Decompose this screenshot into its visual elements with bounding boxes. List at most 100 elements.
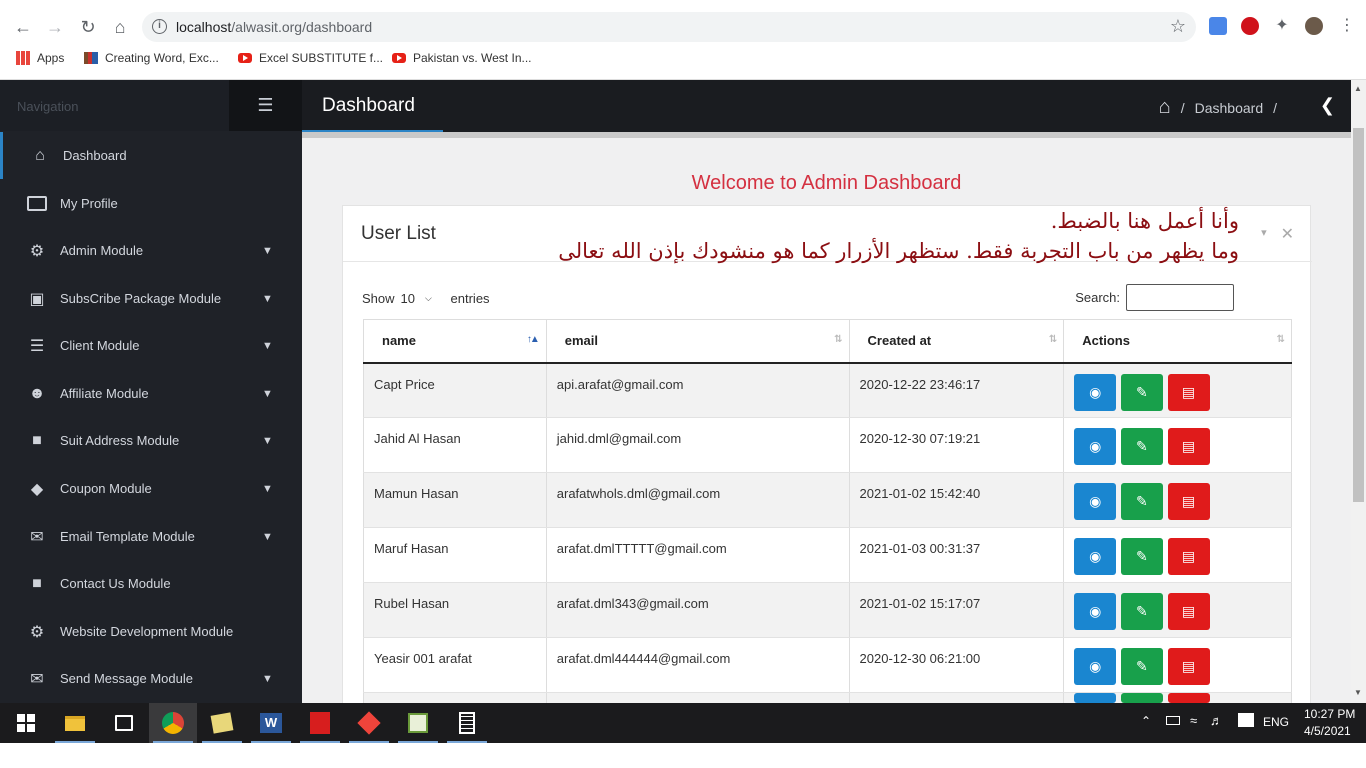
edit-button[interactable]: ✎ bbox=[1120, 373, 1163, 411]
anydesk-icon[interactable] bbox=[345, 703, 393, 743]
clock-date[interactable]: 4/5/2021 bbox=[1304, 724, 1351, 738]
cell-created: 2020-12-22 23:46:17 bbox=[849, 362, 1065, 418]
edit-button[interactable]: ✎ bbox=[1120, 428, 1163, 465]
sidebar-item-affiliate-module[interactable]: ☻ Affiliate Module ▼ bbox=[0, 370, 302, 417]
edit-button[interactable]: ✎ bbox=[1120, 593, 1163, 630]
scrollbar-thumb[interactable] bbox=[1353, 128, 1364, 502]
user-list-card: User List ▾ ✕ وأنا أعمل هنا بالضبط. وما … bbox=[342, 205, 1312, 725]
column-header-email[interactable]: email ⇅ bbox=[546, 319, 850, 364]
sidebar-item-subscribe-package[interactable]: ▣ SubsCribe Package Module ▼ bbox=[0, 275, 302, 322]
cell-name: Capt Price bbox=[363, 362, 547, 418]
chevron-left-icon[interactable]: ❮ bbox=[1320, 95, 1335, 116]
reload-icon[interactable]: ↻ bbox=[75, 14, 101, 40]
comment-icon: ■ bbox=[32, 574, 42, 592]
search-input[interactable] bbox=[1126, 284, 1234, 311]
entries-select[interactable]: 10 ⌵ bbox=[399, 287, 447, 309]
edit-button[interactable]: ✎ bbox=[1120, 538, 1163, 575]
hamburger-menu-icon[interactable]: ☰ bbox=[229, 80, 302, 131]
clock-time[interactable]: 10:27 PM bbox=[1304, 707, 1355, 721]
notepad-app-icon[interactable] bbox=[198, 703, 246, 743]
delete-button[interactable]: ▤ bbox=[1167, 428, 1210, 465]
edit-button[interactable] bbox=[1120, 693, 1163, 703]
chart-app-icon[interactable] bbox=[394, 703, 442, 743]
notifications-icon[interactable] bbox=[1238, 713, 1254, 727]
eye-icon: ◉ bbox=[1089, 493, 1102, 509]
breadcrumb-home-icon[interactable]: ⌂ bbox=[1159, 96, 1171, 119]
sidebar-item-contact-us[interactable]: ■ Contact Us Module bbox=[0, 560, 302, 607]
delete-button[interactable]: ▤ bbox=[1167, 593, 1210, 630]
edit-button[interactable]: ✎ bbox=[1120, 648, 1163, 685]
address-bar[interactable]: i localhost/alwasit.org/dashboard ☆ bbox=[142, 12, 1196, 42]
view-button[interactable]: ◉ bbox=[1074, 593, 1117, 630]
sidebar-item-client-module[interactable]: ☰ Client Module ▼ bbox=[0, 322, 302, 369]
breadcrumb-current[interactable]: Dashboard bbox=[1195, 100, 1264, 116]
cell-email: arafat.dml444444@gmail.com bbox=[546, 637, 850, 693]
profile-avatar[interactable] bbox=[1305, 17, 1323, 35]
sidebar-item-dashboard[interactable]: ⌂ Dashboard bbox=[0, 132, 302, 179]
bookmark-apps[interactable]: Apps bbox=[16, 51, 64, 65]
extensions-puzzle-icon[interactable]: ✦ bbox=[1273, 17, 1291, 35]
screen-bottom-margin bbox=[0, 743, 1366, 768]
video-extension-icon[interactable] bbox=[1241, 17, 1259, 35]
page-length-control: Show 10 ⌵ entries bbox=[362, 287, 490, 309]
windows-start-icon[interactable] bbox=[2, 703, 50, 743]
scroll-up-icon[interactable]: ▲ bbox=[1354, 84, 1362, 93]
table-row: Yeasir 001 arafat arafat.dml444444@gmail… bbox=[363, 637, 1292, 693]
sidebar-item-admin-module[interactable]: ⚙ Admin Module ▼ bbox=[0, 227, 302, 274]
cell-email: arafatwhols.dml@gmail.com bbox=[546, 472, 850, 528]
edit-icon: ✎ bbox=[1136, 658, 1148, 674]
column-header-actions[interactable]: Actions ⇅ bbox=[1063, 319, 1292, 364]
cell-created: 2021-01-02 15:42:40 bbox=[849, 472, 1065, 528]
sidebar-item-email-template[interactable]: ✉ Email Template Module ▼ bbox=[0, 513, 302, 560]
bookmark-excel-substitute[interactable]: Excel SUBSTITUTE f... bbox=[238, 51, 383, 65]
view-button[interactable]: ◉ bbox=[1074, 538, 1117, 575]
store-icon[interactable] bbox=[100, 703, 148, 743]
calculator-icon[interactable] bbox=[443, 703, 491, 743]
volume-icon[interactable]: ♬ bbox=[1210, 713, 1223, 728]
scroll-down-icon[interactable]: ▼ bbox=[1354, 688, 1362, 697]
wifi-icon[interactable]: ≈ bbox=[1190, 713, 1197, 728]
collapse-card-icon[interactable]: ▾ bbox=[1261, 224, 1267, 244]
back-icon[interactable]: ← bbox=[10, 14, 36, 40]
books-icon bbox=[84, 52, 98, 64]
delete-button[interactable]: ▤ bbox=[1167, 483, 1210, 520]
column-header-created[interactable]: Created at ⇅ bbox=[849, 319, 1065, 364]
view-button[interactable]: ◉ bbox=[1074, 648, 1117, 685]
sidebar-item-my-profile[interactable]: My Profile bbox=[0, 180, 302, 227]
browser-menu-icon[interactable]: ⋮ bbox=[1338, 17, 1356, 35]
sidebar-item-send-message[interactable]: ✉ Send Message Module ▼ bbox=[0, 655, 302, 702]
delete-button[interactable]: ▤ bbox=[1167, 648, 1210, 685]
language-indicator[interactable]: ENG bbox=[1263, 715, 1289, 729]
delete-button[interactable]: ▤ bbox=[1167, 538, 1210, 575]
sidebar-item-coupon-module[interactable]: ◆ Coupon Module ▼ bbox=[0, 465, 302, 512]
chrome-icon[interactable] bbox=[149, 703, 197, 743]
home-button-icon[interactable]: ⌂ bbox=[107, 14, 133, 40]
translate-extension-icon[interactable] bbox=[1209, 17, 1227, 35]
view-button[interactable]: ◉ bbox=[1074, 483, 1117, 520]
view-button[interactable] bbox=[1074, 693, 1117, 703]
delete-button[interactable]: ▤ bbox=[1167, 373, 1210, 411]
delete-button[interactable] bbox=[1167, 693, 1210, 703]
forward-icon[interactable]: → bbox=[42, 14, 68, 40]
sidebar-item-suit-address[interactable]: ■ Suit Address Module ▼ bbox=[0, 417, 302, 464]
tray-chevron-up-icon[interactable]: ⌃ bbox=[1141, 714, 1151, 728]
bookmark-star-icon[interactable]: ☆ bbox=[1170, 16, 1186, 37]
cell-created: 2020-12-30 07:19:21 bbox=[849, 417, 1065, 473]
pdf-reader-icon[interactable] bbox=[296, 703, 344, 743]
close-icon[interactable]: ✕ bbox=[1281, 224, 1294, 244]
cell-actions: ◉ ✎ ▤ bbox=[1063, 417, 1292, 473]
cell-actions: ◉ ✎ ▤ bbox=[1063, 362, 1292, 418]
view-button[interactable]: ◉ bbox=[1074, 373, 1117, 411]
battery-icon[interactable] bbox=[1166, 716, 1180, 725]
bookmark-pakistan[interactable]: Pakistan vs. West In... bbox=[392, 51, 532, 65]
column-header-name[interactable]: name ↑▲ bbox=[363, 319, 547, 364]
file-explorer-icon[interactable] bbox=[51, 703, 99, 743]
page-scrollbar[interactable]: ▲ ▼ bbox=[1351, 80, 1366, 703]
word-icon[interactable]: W bbox=[247, 703, 295, 743]
view-button[interactable]: ◉ bbox=[1074, 428, 1117, 465]
url-text: localhost/alwasit.org/dashboard bbox=[176, 19, 373, 35]
info-icon[interactable]: i bbox=[152, 19, 167, 34]
edit-button[interactable]: ✎ bbox=[1120, 483, 1163, 520]
bookmark-creating-word[interactable]: Creating Word, Exc... bbox=[84, 51, 219, 65]
sidebar-item-website-development[interactable]: ⚙ Website Development Module bbox=[0, 608, 302, 655]
